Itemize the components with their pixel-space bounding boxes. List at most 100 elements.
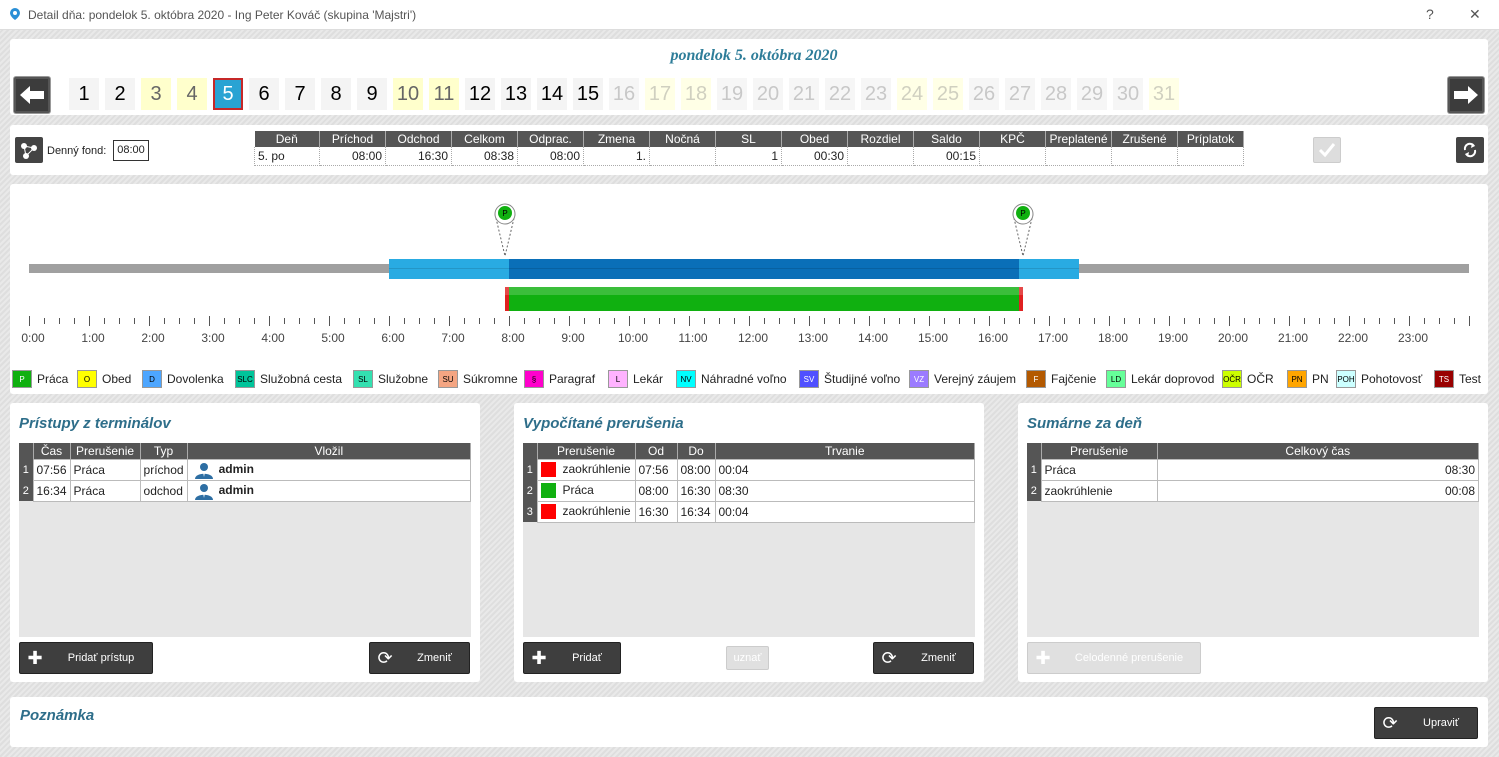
day-3[interactable]: 3 (141, 78, 171, 110)
change-interruption-button[interactable]: ⟳ Zmeniť (873, 642, 974, 674)
daily-fund-value[interactable]: 08:00 (113, 140, 149, 161)
legend-label: Lekár (633, 372, 664, 386)
refresh-icon: ⟳ (881, 647, 897, 668)
timeline-tick (314, 318, 315, 324)
day-5[interactable]: 5 (213, 78, 243, 110)
hour-label: 14:00 (857, 331, 889, 345)
day-9[interactable]: 9 (357, 78, 387, 110)
timeline-tick (989, 316, 990, 326)
timeline-tick (1019, 318, 1020, 324)
prev-day-button[interactable] (14, 77, 50, 113)
day-29[interactable]: 29 (1077, 78, 1107, 110)
day-17[interactable]: 17 (645, 78, 675, 110)
col-inserted-by[interactable]: Vložil (187, 443, 472, 459)
close-button[interactable]: ✕ (1469, 6, 1481, 23)
accept-button[interactable]: uznať (726, 646, 769, 670)
col-type[interactable]: Typ (140, 443, 188, 459)
col-time[interactable]: Čas (33, 443, 71, 459)
col-interruption[interactable]: Prerušenie (70, 443, 141, 459)
col-from[interactable]: Od (635, 443, 678, 459)
add-access-button[interactable]: ✚ Pridať prístup (19, 642, 153, 674)
summary-cell-9 (847, 147, 914, 166)
cell-direction: odchod (139, 479, 188, 502)
confirm-button[interactable] (1313, 137, 1341, 163)
day-21[interactable]: 21 (789, 78, 819, 110)
day-24[interactable]: 24 (897, 78, 927, 110)
col-to[interactable]: Do (677, 443, 716, 459)
day-18[interactable]: 18 (681, 78, 711, 110)
terminal-access-panel: Prístupy z terminálov Čas Prerušenie Typ Vl… (10, 403, 480, 682)
day-15[interactable]: 15 (573, 78, 603, 110)
cell-total-time: 08:30 (1156, 458, 1479, 481)
refresh-button[interactable] (1456, 137, 1484, 163)
table-row[interactable]: 2 Práca 08:00 16:30 08:30 (523, 479, 975, 502)
cell-duration: 08:30 (714, 479, 975, 502)
day-25[interactable]: 25 (933, 78, 963, 110)
day-10[interactable]: 10 (393, 78, 423, 110)
table-row[interactable]: 3 zaokrúhlenie 16:30 16:34 00:04 (523, 500, 975, 523)
legend-item: L Lekár (608, 369, 663, 389)
row-number: 2 (19, 480, 33, 501)
help-button[interactable]: ? (1426, 6, 1434, 22)
edit-note-button[interactable]: ⟳ Upraviť (1374, 707, 1478, 739)
timeline-tick (389, 316, 390, 326)
day-27[interactable]: 27 (1005, 78, 1035, 110)
timeline-tick (674, 318, 675, 324)
cell-interruption: Práca (536, 479, 636, 502)
punch-marker-1[interactable]: P (493, 202, 517, 258)
day-26[interactable]: 26 (969, 78, 999, 110)
timeline-tick (584, 318, 585, 324)
network-icon (21, 143, 37, 159)
day-22[interactable]: 22 (825, 78, 855, 110)
day-7[interactable]: 7 (285, 78, 315, 110)
window-title: Detail dňa: pondelok 5. októbra 2020 - I… (28, 8, 417, 22)
table-row[interactable]: 1 07:56 Práca príchod admin (19, 458, 472, 481)
whole-day-interruption-button[interactable]: ✚ Celodenné prerušenie (1027, 642, 1201, 674)
col-interruption[interactable]: Prerušenie (537, 443, 636, 459)
cell-from: 08:00 (634, 479, 678, 502)
next-day-button[interactable] (1448, 77, 1484, 113)
table-row[interactable]: 1 zaokrúhlenie 07:56 08:00 00:04 (523, 458, 975, 481)
day-14[interactable]: 14 (537, 78, 567, 110)
timeline-tick (449, 316, 450, 326)
cell-direction: príchod (139, 458, 188, 481)
day-totals-panel: Sumárne za deň Prerušenie Celkový čas 1 Pr… (1018, 403, 1488, 682)
day-1[interactable]: 1 (69, 78, 99, 110)
shift-detail-button[interactable] (15, 137, 43, 163)
day-31[interactable]: 31 (1149, 78, 1179, 110)
day-8[interactable]: 8 (321, 78, 351, 110)
day-11[interactable]: 11 (429, 78, 459, 110)
day-12[interactable]: 12 (465, 78, 495, 110)
col-interruption[interactable]: Prerušenie (1041, 443, 1158, 459)
date-title: pondelok 5. októbra 2020 (670, 47, 838, 64)
punch-marker-2[interactable]: P (1011, 202, 1035, 258)
summary-col-12: Preplatené (1045, 131, 1112, 147)
cell-inserted-by: admin (186, 479, 472, 502)
work-bar-highlight (505, 287, 1023, 295)
day-16[interactable]: 16 (609, 78, 639, 110)
legend-swatch: L (608, 370, 628, 388)
add-interruption-button[interactable]: ✚ Pridať (523, 642, 621, 674)
col-duration[interactable]: Trvanie (715, 443, 975, 459)
day-totals-grid: Prerušenie Celkový čas 1 Práca 08:30 2 zaokrú… (1027, 443, 1479, 637)
table-row[interactable]: 1 Práca 08:30 (1027, 458, 1479, 481)
day-28[interactable]: 28 (1041, 78, 1071, 110)
hour-label: 21:00 (1277, 331, 1309, 345)
day-19[interactable]: 19 (717, 78, 747, 110)
legend-swatch: O (77, 370, 97, 388)
day-20[interactable]: 20 (753, 78, 783, 110)
day-2[interactable]: 2 (105, 78, 135, 110)
change-access-button[interactable]: ⟳ Zmeniť (369, 642, 470, 674)
col-total-time[interactable]: Celkový čas (1157, 443, 1479, 459)
timeline-tick (959, 318, 960, 324)
timeline-tick (464, 318, 465, 324)
plus-icon: ✚ (1035, 647, 1051, 668)
table-row[interactable]: 2 zaokrúhlenie 00:08 (1027, 479, 1479, 502)
legend-label: Test (1459, 372, 1482, 386)
day-23[interactable]: 23 (861, 78, 891, 110)
day-13[interactable]: 13 (501, 78, 531, 110)
day-30[interactable]: 30 (1113, 78, 1143, 110)
table-row[interactable]: 2 16:34 Práca odchod admin (19, 479, 472, 502)
day-4[interactable]: 4 (177, 78, 207, 110)
day-6[interactable]: 6 (249, 78, 279, 110)
